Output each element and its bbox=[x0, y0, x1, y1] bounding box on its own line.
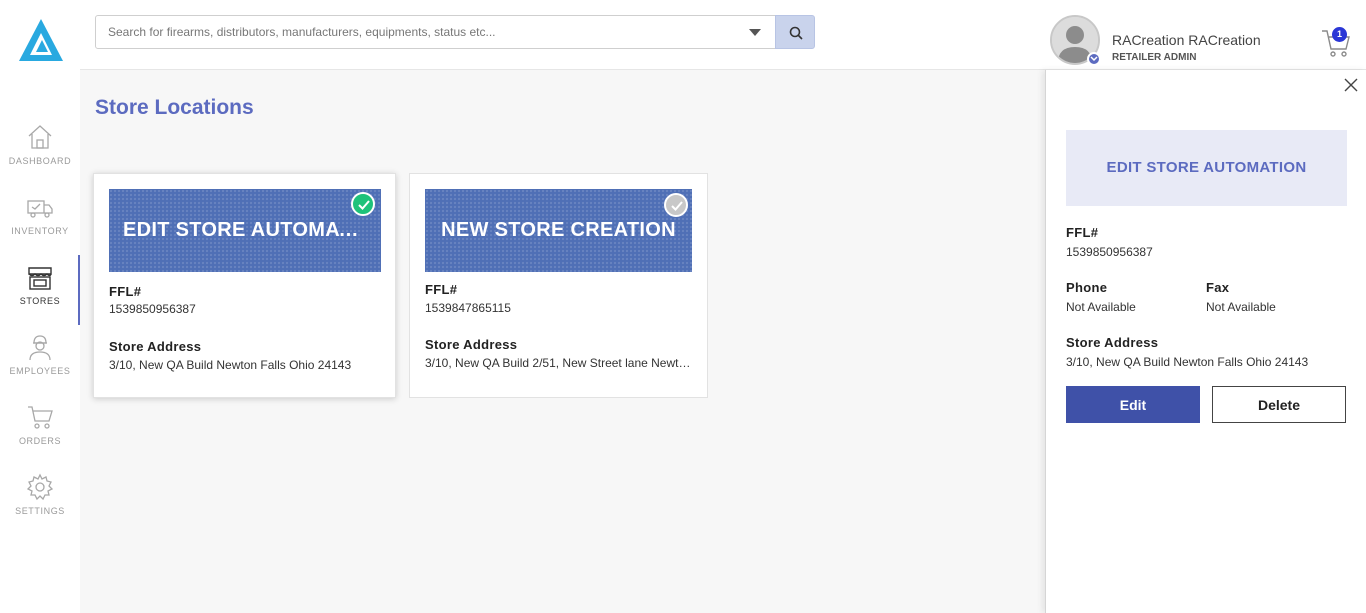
sidebar-item-label: ORDERS bbox=[18, 436, 62, 446]
gear-icon bbox=[26, 473, 54, 501]
ffl-label: FFL# bbox=[425, 282, 458, 297]
user-role: RETAILER ADMIN bbox=[1112, 52, 1197, 63]
sidebar-item-dashboard[interactable]: DASHBOARD bbox=[0, 123, 80, 193]
edit-button[interactable]: Edit bbox=[1066, 386, 1200, 423]
sidebar-item-label: STORES bbox=[19, 296, 61, 306]
store-icon bbox=[28, 267, 52, 290]
top-header: RACreation RACreation RETAILER ADMIN 1 bbox=[80, 0, 1366, 70]
detail-address-label: Store Address bbox=[1066, 335, 1159, 350]
user-menu-chevron-icon[interactable] bbox=[1087, 52, 1101, 66]
delete-button[interactable]: Delete bbox=[1212, 386, 1346, 423]
detail-phone-label: Phone bbox=[1066, 280, 1108, 295]
page-title: Store Locations bbox=[95, 96, 254, 119]
detail-store-title: EDIT STORE AUTOMATION bbox=[1066, 130, 1347, 206]
sidebar-item-label: INVENTORY bbox=[11, 226, 69, 236]
store-address-label: Store Address bbox=[425, 337, 518, 352]
detail-ffl-value: 1539850956387 bbox=[1066, 245, 1153, 259]
cart-icon bbox=[28, 406, 53, 429]
home-icon bbox=[28, 125, 52, 149]
store-card[interactable]: NEW STORE CREATION FFL# 1539847865115 St… bbox=[409, 173, 708, 398]
sidebar-item-label: SETTINGS bbox=[15, 506, 65, 516]
unselected-check-icon bbox=[664, 193, 688, 217]
sidebar-item-label: EMPLOYEES bbox=[9, 366, 71, 376]
detail-fax-value: Not Available bbox=[1206, 300, 1276, 314]
search-button[interactable] bbox=[775, 15, 815, 49]
ffl-value: 1539850956387 bbox=[109, 302, 196, 316]
selected-check-icon bbox=[351, 192, 375, 216]
store-banner-title: NEW STORE CREATION bbox=[441, 219, 676, 241]
store-card[interactable]: EDIT STORE AUTOMATION FFL# 1539850956387… bbox=[93, 173, 396, 398]
detail-ffl-label: FFL# bbox=[1066, 225, 1099, 240]
store-banner: NEW STORE CREATION bbox=[425, 189, 692, 272]
sidebar: DASHBOARD INVENTORY STORES EMPLOYEES ORD… bbox=[0, 0, 80, 613]
detail-phone-value: Not Available bbox=[1066, 300, 1136, 314]
ffl-label: FFL# bbox=[109, 284, 142, 299]
search-icon bbox=[789, 26, 803, 40]
app-logo[interactable] bbox=[17, 17, 65, 63]
detail-address-value: 3/10, New QA Build Newton Falls Ohio 241… bbox=[1066, 355, 1309, 369]
sidebar-item-orders[interactable]: ORDERS bbox=[0, 403, 80, 473]
store-address-value: 3/10, New QA Build Newton Falls Ohio 241… bbox=[109, 358, 352, 372]
user-name: RACreation RACreation bbox=[1112, 32, 1261, 48]
sidebar-item-settings[interactable]: SETTINGS bbox=[0, 473, 80, 543]
employee-icon bbox=[29, 335, 51, 361]
chevron-down-icon[interactable] bbox=[749, 29, 761, 36]
cart-count-badge: 1 bbox=[1332, 27, 1347, 42]
store-banner: EDIT STORE AUTOMATION bbox=[109, 189, 381, 272]
close-icon[interactable] bbox=[1344, 78, 1358, 92]
store-detail-panel: EDIT STORE AUTOMATION FFL# 1539850956387… bbox=[1045, 70, 1366, 613]
store-banner-title: EDIT STORE AUTOMATION bbox=[123, 219, 381, 241]
truck-icon bbox=[27, 200, 53, 218]
sidebar-item-employees[interactable]: EMPLOYEES bbox=[0, 333, 80, 403]
sidebar-item-label: DASHBOARD bbox=[8, 156, 72, 166]
store-address-value: 3/10, New QA Build 2/51, New Street lane… bbox=[425, 356, 692, 370]
search-box bbox=[95, 15, 776, 49]
search-input[interactable] bbox=[96, 16, 736, 48]
ffl-value: 1539847865115 bbox=[425, 301, 511, 315]
store-address-label: Store Address bbox=[109, 339, 202, 354]
detail-fax-label: Fax bbox=[1206, 280, 1230, 295]
sidebar-item-stores[interactable]: STORES bbox=[0, 255, 80, 325]
